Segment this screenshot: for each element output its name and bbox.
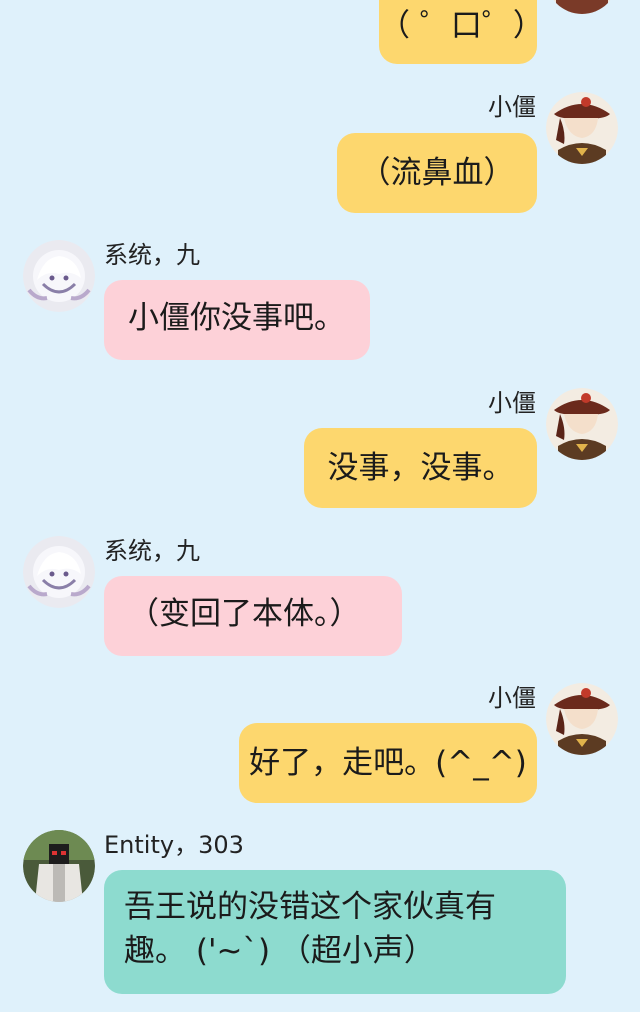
message-bubble[interactable]: 吾王说的没错这个家伙真有趣。 ('~`) （超小声） — [104, 870, 566, 994]
xiaojiang-avatar-icon — [553, 0, 611, 14]
xiaojiang-avatar-icon — [546, 92, 618, 164]
system-nine-avatar[interactable] — [23, 536, 95, 608]
system-nine-avatar-icon — [23, 240, 95, 312]
sender-name: 小僵 — [488, 93, 536, 121]
xiaojiang-avatar-icon — [546, 388, 618, 460]
system-nine-avatar-icon — [23, 536, 95, 608]
sender-name: Entity，303 — [104, 831, 244, 859]
sender-name: 小僵 — [488, 684, 536, 712]
message-bubble[interactable]: （流鼻血） — [337, 133, 537, 213]
message-bubble[interactable]: （ ゜口゜） — [379, 0, 544, 64]
sender-name: 小僵 — [488, 389, 536, 417]
message-text: 小僵你没事吧。 — [128, 300, 345, 336]
message-text: （ ゜口゜） — [379, 8, 544, 44]
message-text: （变回了本体。） — [128, 596, 361, 632]
message-bubble[interactable]: 小僵你没事吧。 — [104, 280, 370, 360]
message-bubble[interactable]: （变回了本体。） — [104, 576, 402, 656]
message-text: （流鼻血） — [359, 155, 515, 191]
message-bubble[interactable]: 好了，走吧。(^_^) — [239, 723, 537, 803]
sender-name: 系统，九 — [104, 241, 200, 269]
sender-name: 系统，九 — [104, 537, 200, 565]
message-bubble[interactable]: 没事，没事。 — [304, 428, 537, 508]
xiaojiang-avatar[interactable] — [546, 92, 618, 164]
entity-303-avatar[interactable] — [23, 830, 95, 902]
entity-303-avatar-icon — [23, 830, 95, 902]
message-text: 没事，没事。 — [327, 450, 514, 486]
xiaojiang-avatar[interactable] — [546, 388, 618, 460]
system-nine-avatar[interactable] — [23, 240, 95, 312]
message-text: 好了，走吧。(^_^) — [249, 745, 527, 781]
xiaojiang-avatar-icon — [546, 683, 618, 755]
partial-avatar[interactable] — [546, 0, 618, 14]
message-text: 吾王说的没错这个家伙真有趣。 ('~`) （超小声） — [124, 889, 496, 969]
xiaojiang-avatar[interactable] — [546, 683, 618, 755]
